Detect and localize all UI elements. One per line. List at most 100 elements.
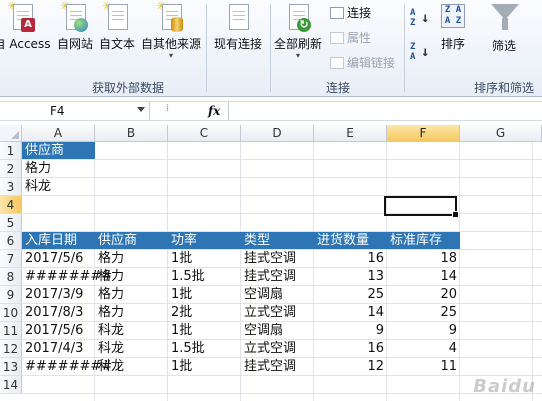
table-cell[interactable]: 4: [387, 340, 460, 358]
table-cell[interactable]: 挂式空调: [241, 250, 314, 268]
sort-ascending-button[interactable]: A Z ↓: [410, 8, 430, 28]
table-cell[interactable]: 25: [387, 304, 460, 322]
table-header-cell[interactable]: 类型: [241, 232, 314, 250]
table-cell[interactable]: 2017/8/3: [22, 304, 95, 322]
from-web-button[interactable]: ✳ 自网站: [54, 0, 96, 52]
table-cell[interactable]: 9: [387, 322, 460, 340]
column-header-a[interactable]: A: [22, 125, 95, 142]
table-cell[interactable]: 空调扇: [241, 322, 314, 340]
table-cell[interactable]: 科龙: [95, 322, 168, 340]
from-other-sources-label: 自其他来源: [140, 37, 201, 51]
table-cell[interactable]: 格力: [95, 286, 168, 304]
from-text-button[interactable]: ✳ 自文本: [97, 0, 137, 52]
connections-button[interactable]: 连接: [330, 4, 371, 21]
chevron-down-icon[interactable]: [137, 107, 145, 112]
criteria-value-cell[interactable]: 格力: [22, 160, 95, 178]
active-cell-selection[interactable]: [384, 196, 459, 218]
row-header-1[interactable]: 1: [0, 142, 22, 160]
row-header-5[interactable]: 5: [0, 214, 22, 232]
table-header-cell[interactable]: 供应商: [95, 232, 168, 250]
table-cell[interactable]: 格力: [95, 268, 168, 286]
criteria-value-cell[interactable]: 科龙: [22, 178, 95, 196]
drag-handle-icon[interactable]: ⁞: [166, 103, 169, 114]
row-header-4[interactable]: 4: [0, 196, 22, 214]
table-header-cell[interactable]: 入库日期: [22, 232, 95, 250]
group-separator: [270, 4, 271, 92]
table-cell[interactable]: 9: [314, 322, 387, 340]
sort-button[interactable]: Z AA Z 排序: [434, 2, 472, 52]
column-header-c[interactable]: C: [168, 125, 241, 142]
worksheet-grid[interactable]: ABCDEFG 1 2 3 4 5 6 7 8 9 10 11 12 13 14 供应商 格力 科龙 入库日期供…: [0, 125, 542, 401]
row-header-2[interactable]: 2: [0, 160, 22, 178]
existing-connections-icon: [225, 2, 251, 32]
column-header-b[interactable]: B: [95, 125, 168, 142]
table-cell[interactable]: 1批: [168, 286, 241, 304]
table-cell[interactable]: 14: [314, 304, 387, 322]
table-cell[interactable]: 格力: [95, 304, 168, 322]
table-cell[interactable]: 立式空调: [241, 340, 314, 358]
criteria-header-cell[interactable]: 供应商: [22, 142, 95, 160]
table-cell[interactable]: 13: [314, 268, 387, 286]
table-cell[interactable]: 挂式空调: [241, 268, 314, 286]
edit-links-button[interactable]: 编辑链接: [330, 54, 395, 71]
table-cell[interactable]: 1批: [168, 250, 241, 268]
table-cell[interactable]: 2批: [168, 304, 241, 322]
table-header-cell[interactable]: 标准库存: [387, 232, 460, 250]
existing-connections-button[interactable]: 现有连接: [210, 2, 266, 52]
column-header-e[interactable]: E: [314, 125, 387, 142]
from-other-sources-button[interactable]: ✳ 自其他来源 ▾: [140, 0, 202, 60]
row-header-9[interactable]: 9: [0, 286, 22, 304]
table-cell[interactable]: 18: [387, 250, 460, 268]
chevron-down-icon: ▾: [168, 51, 173, 60]
column-header-f[interactable]: F: [387, 125, 460, 142]
table-cell[interactable]: 2017/4/3: [22, 340, 95, 358]
table-cell[interactable]: ########: [22, 358, 112, 376]
row-header-8[interactable]: 8: [0, 268, 22, 286]
watermark-logo: Baidu: [473, 376, 536, 397]
row-header-13[interactable]: 13: [0, 358, 22, 376]
table-cell[interactable]: 2017/5/6: [22, 322, 95, 340]
row-header-12[interactable]: 12: [0, 340, 22, 358]
table-header-cell[interactable]: 进货数量: [314, 232, 387, 250]
get-external-data-group-label: 获取外部数据: [92, 81, 165, 95]
table-cell[interactable]: 1批: [168, 358, 241, 376]
from-access-button[interactable]: ✳ A 自 Access: [0, 0, 52, 52]
table-cell[interactable]: 2017/3/9: [22, 286, 95, 304]
sort-descending-button[interactable]: Z A ↓: [410, 42, 430, 62]
table-cell[interactable]: 1.5批: [168, 340, 241, 358]
table-cell[interactable]: 科龙: [95, 340, 168, 358]
table-header-cell[interactable]: 功率: [168, 232, 241, 250]
table-cell[interactable]: 16: [314, 250, 387, 268]
row-header-7[interactable]: 7: [0, 250, 22, 268]
table-cell[interactable]: 16: [314, 340, 387, 358]
insert-function-button[interactable]: fx: [208, 102, 220, 120]
table-cell[interactable]: 25: [314, 286, 387, 304]
row-header-3[interactable]: 3: [0, 178, 22, 196]
table-cell[interactable]: 科龙: [95, 358, 168, 376]
formula-input[interactable]: [234, 102, 542, 120]
table-cell[interactable]: 20: [387, 286, 460, 304]
column-header-g[interactable]: G: [460, 125, 542, 142]
table-cell[interactable]: 12: [314, 358, 387, 376]
refresh-all-button[interactable]: ↻ 全部刷新 ▾: [272, 2, 324, 60]
table-cell[interactable]: 空调扇: [241, 286, 314, 304]
ribbon: ✳ A 自 Access ✳ 自网站 ✳ 自文本 ✳ 自其他来源 ▾ 现有连接 …: [0, 0, 542, 97]
table-cell[interactable]: 14: [387, 268, 460, 286]
table-cell[interactable]: 2017/5/6: [22, 250, 95, 268]
filter-button[interactable]: 筛选: [482, 2, 526, 54]
table-cell[interactable]: 格力: [95, 250, 168, 268]
row-header-6[interactable]: 6: [0, 232, 22, 250]
table-cell[interactable]: 挂式空调: [241, 358, 314, 376]
table-cell[interactable]: 1.5批: [168, 268, 241, 286]
row-header-11[interactable]: 11: [0, 322, 22, 340]
name-box[interactable]: F4: [0, 102, 150, 120]
table-cell[interactable]: 立式空调: [241, 304, 314, 322]
table-cell[interactable]: 1批: [168, 322, 241, 340]
properties-button[interactable]: 属性: [330, 29, 371, 46]
row-header-10[interactable]: 10: [0, 304, 22, 322]
column-header-d[interactable]: D: [241, 125, 314, 142]
table-cell[interactable]: 11: [387, 358, 460, 376]
row-header-14[interactable]: 14: [0, 376, 22, 394]
select-all-button[interactable]: [0, 125, 22, 142]
table-cell[interactable]: ########: [22, 268, 112, 286]
